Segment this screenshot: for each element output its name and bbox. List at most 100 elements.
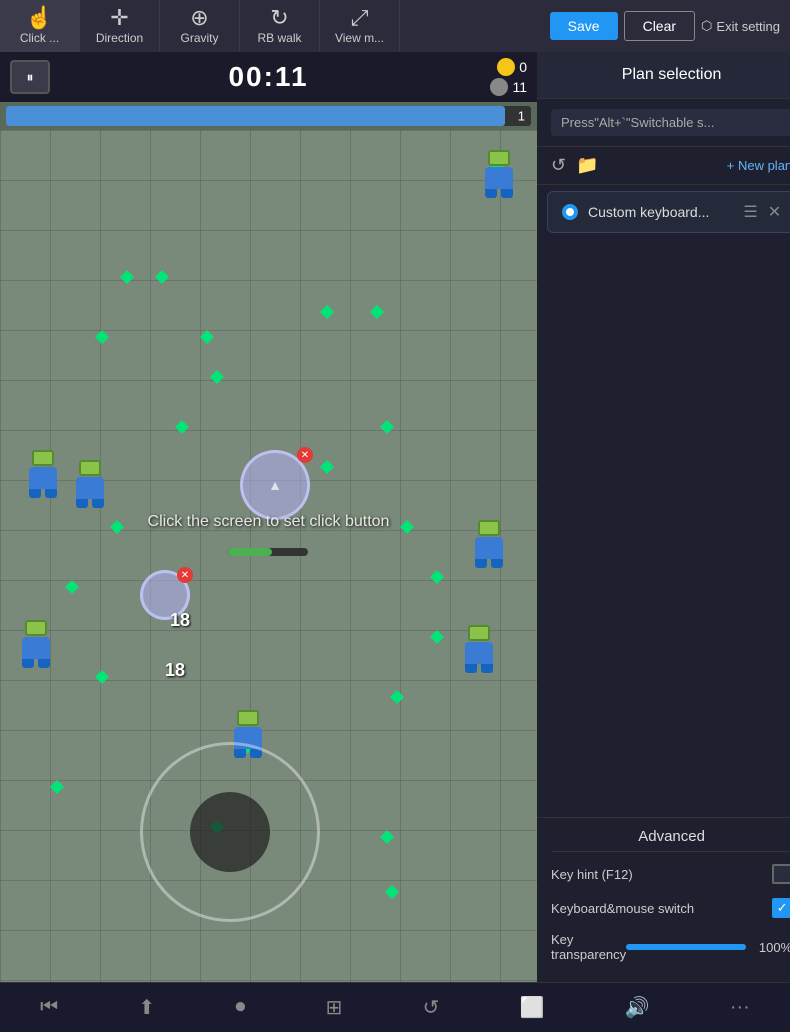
exit-setting-button[interactable]: ⬡ Exit setting [701,18,780,34]
zombie-leg-3b [92,499,104,508]
right-panel: Plan selection Press"Alt+`"Switchable s.… [537,52,790,982]
plan-radio-inner [566,208,574,216]
advanced-section: Advanced Key hint (F12) Keyboard&mouse s… [537,817,790,982]
plan-icons-row: ↺ 📁 + New plan [537,147,790,185]
zombie-body-4 [475,537,503,559]
bottom-icon-4[interactable]: ↺ [423,995,440,1020]
plan-menu-icon[interactable]: ☰ [743,202,757,222]
coin-icon [497,58,515,76]
new-plan-button[interactable]: + New plan [727,158,790,173]
bottom-icon-7[interactable]: ··· [730,996,750,1019]
key-hint-checkbox[interactable] [772,864,790,884]
zombie-leg-3a [76,499,88,508]
pause-icon: ⏸ [27,69,34,86]
toolbar-click-label: Click ... [20,31,59,45]
zombie-head-4 [478,520,500,536]
zombie-leg-6b [38,659,50,668]
game-canvas[interactable]: ✕ ▲ ✕ Click the screen to set click butt… [0,130,537,982]
progress-fill [6,106,505,126]
zombie-legs-5 [465,664,493,673]
main-area: ⏸ 00:11 0 11 1 [0,52,790,982]
bottom-icon-5[interactable]: ⬜ [520,995,545,1020]
rbwalk-icon: ↻ [270,7,288,29]
transparency-row: Key transparency 100% [551,932,790,962]
toolbar-rbwalk[interactable]: ↻ RB walk [240,0,320,52]
toolbar-gravity[interactable]: ⊕ Gravity [160,0,240,52]
health-bar [228,548,308,556]
zombie-left-1 [25,450,61,498]
plan-selection-header: Plan selection [537,52,790,99]
keyboard-mouse-label: Keyboard&mouse switch [551,901,772,916]
keyboard-mouse-row: Keyboard&mouse switch ✓ [551,898,790,918]
score-coin-value: 0 [519,59,527,75]
zombie-head-3 [79,460,101,476]
plan-radio[interactable] [562,204,578,220]
zombie-leg-5b [481,664,493,673]
damage-num-2: 18 [165,660,185,681]
plan-search-area: Press"Alt+`"Switchable s... [537,99,790,147]
progress-label: 1 [518,109,525,124]
bottom-icon-3[interactable]: ⊞ [326,995,343,1020]
save-button[interactable]: Save [550,12,618,40]
plan-item-1[interactable]: Custom keyboard... ☰ ✕ [547,191,790,233]
toolbar-direction-label: Direction [96,31,143,45]
game-timer: 00:11 [228,61,308,93]
bottom-toolbar: ⏮ ⬆ ⏺ ⊞ ↺ ⬜ 🔊 ··· [0,982,790,1032]
zombie-legs-6 [22,659,50,668]
pause-button[interactable]: ⏸ [10,60,50,94]
zombie-body-6 [22,637,50,659]
zombie-leg-1a [485,189,497,198]
plan-search-text: Press"Alt+`"Switchable s... [551,109,790,136]
progress-bar: 1 [6,106,531,126]
click-btn-arrow: ▲ [268,477,282,493]
health-fill [228,548,272,556]
clear-button[interactable]: Clear [624,11,695,41]
zombie-leg-2a [29,489,41,498]
transparency-slider-track[interactable] [626,944,746,950]
zombie-head-7 [237,710,259,726]
zombie-body-2 [29,467,57,489]
zombie-leg-4b [491,559,503,568]
refresh-icon-button[interactable]: ↺ [551,155,566,176]
viewm-icon: ⤢ [351,7,369,29]
zombie-leg-1b [501,189,513,198]
click-instruction: Click the screen to set click button [148,513,390,531]
transparency-slider-fill [626,944,746,950]
score-skull-row: 11 [490,78,527,96]
click-button-1[interactable]: ✕ ▲ [240,450,310,520]
plan-name: Custom keyboard... [588,204,733,220]
zombie-leg-6a [22,659,34,668]
toolbar-click[interactable]: ☝ Click ... [0,0,80,52]
toolbar-viewm[interactable]: ⤢ View m... [320,0,400,52]
exit-icon: ⬡ [701,18,712,34]
joystick-center [190,792,270,872]
click-btn-close-2[interactable]: ✕ [177,567,193,583]
toolbar-viewm-label: View m... [335,31,384,45]
plan-close-icon[interactable]: ✕ [768,202,781,222]
zombie-body-1 [485,167,513,189]
direction-icon: ✛ [110,7,128,29]
folder-icon-button[interactable]: 📁 [576,155,598,176]
toolbar-direction[interactable]: ✛ Direction [80,0,160,52]
keyboard-mouse-checkbox[interactable]: ✓ [772,898,790,918]
zombie-legs-2 [29,489,57,498]
zombie-head-6 [25,620,47,636]
zombie-head-1 [488,150,510,166]
click-btn-close-1[interactable]: ✕ [297,447,313,463]
toolbar-gravity-label: Gravity [180,31,218,45]
transparency-label: Key transparency [551,932,626,962]
joystick-area[interactable] [140,742,320,922]
exit-label: Exit setting [716,19,780,34]
bottom-icon-2[interactable]: ⏺ [235,996,245,1019]
bottom-icon-6[interactable]: 🔊 [625,995,650,1020]
zombie-legs-1 [485,189,513,198]
toolbar-rbwalk-label: RB walk [257,31,301,45]
bottom-icon-0[interactable]: ⏮ [40,996,58,1019]
score-coin-row: 0 [497,58,527,76]
bottom-icon-1[interactable]: ⬆ [138,995,155,1020]
zombie-legs-3 [76,499,104,508]
gravity-icon: ⊕ [190,7,208,29]
zombie-legs-4 [475,559,503,568]
key-hint-row: Key hint (F12) [551,864,790,884]
zombie-body-5 [465,642,493,664]
